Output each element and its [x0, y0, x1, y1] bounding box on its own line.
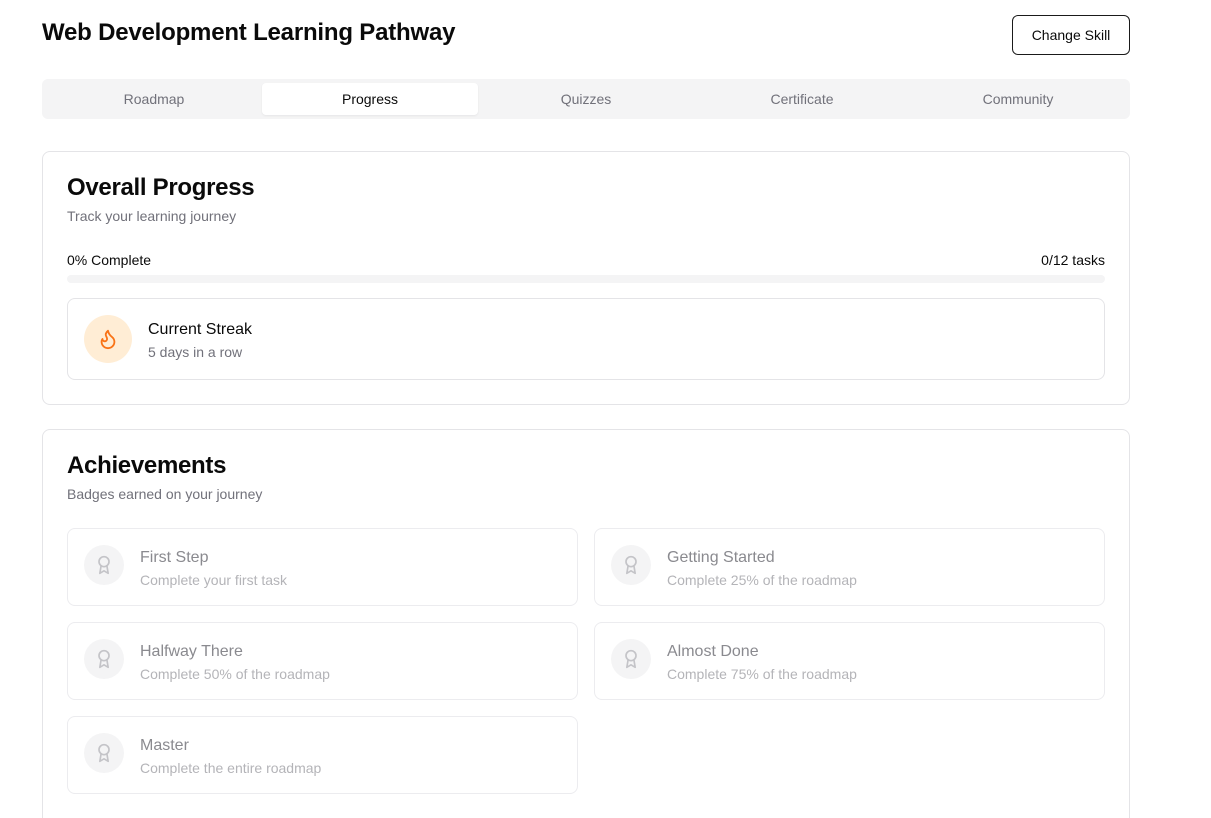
badge-description: Complete 50% of the roadmap: [140, 666, 330, 682]
achievements-card: Achievements Badges earned on your journ…: [42, 429, 1130, 818]
badge-halfway-there: Halfway There Complete 50% of the roadma…: [67, 622, 578, 700]
flame-icon: [84, 315, 132, 363]
overall-progress-subtitle: Track your learning journey: [67, 208, 237, 224]
badge-title: First Step: [140, 549, 209, 566]
badge-description: Complete 25% of the roadmap: [667, 572, 857, 588]
progress-tasks-label: 0/12 tasks: [1041, 252, 1105, 268]
page-title: Web Development Learning Pathway: [42, 19, 456, 46]
award-icon: [611, 545, 651, 585]
award-icon: [84, 733, 124, 773]
tab-community[interactable]: Community: [910, 83, 1126, 115]
overall-progress-card: Overall Progress Track your learning jou…: [42, 151, 1130, 405]
award-icon: [84, 639, 124, 679]
tab-certificate[interactable]: Certificate: [694, 83, 910, 115]
progress-percent-label: 0% Complete: [67, 252, 152, 268]
tab-roadmap[interactable]: Roadmap: [46, 83, 262, 115]
badge-description: Complete the entire roadmap: [140, 760, 322, 776]
progress-summary: 0% Complete 0/12 tasks: [67, 252, 1105, 268]
badge-master: Master Complete the entire roadmap: [67, 716, 578, 794]
streak-title: Current Streak: [148, 321, 253, 338]
overall-progress-title: Overall Progress: [67, 174, 255, 201]
tab-progress[interactable]: Progress: [262, 83, 478, 115]
change-skill-button[interactable]: Change Skill: [1012, 15, 1130, 55]
badge-almost-done: Almost Done Complete 75% of the roadmap: [594, 622, 1105, 700]
streak-subtitle: 5 days in a row: [148, 344, 243, 360]
badge-description: Complete 75% of the roadmap: [667, 666, 857, 682]
badge-first-step: First Step Complete your first task: [67, 528, 578, 606]
badge-title: Halfway There: [140, 643, 243, 660]
award-icon: [611, 639, 651, 679]
tab-quizzes[interactable]: Quizzes: [478, 83, 694, 115]
header: Web Development Learning Pathway Change …: [42, 15, 1130, 55]
badge-title: Master: [140, 737, 189, 754]
achievements-subtitle: Badges earned on your journey: [67, 486, 263, 502]
badge-getting-started: Getting Started Complete 25% of the road…: [594, 528, 1105, 606]
award-icon: [84, 545, 124, 585]
progress-bar: [67, 275, 1105, 283]
badge-description: Complete your first task: [140, 572, 288, 588]
streak-panel: Current Streak 5 days in a row: [67, 298, 1105, 380]
page: Web Development Learning Pathway Change …: [0, 0, 1211, 818]
achievements-title: Achievements: [67, 452, 227, 479]
badge-title: Almost Done: [667, 643, 759, 660]
badge-title: Getting Started: [667, 549, 775, 566]
tab-list: Roadmap Progress Quizzes Certificate Com…: [42, 79, 1130, 119]
